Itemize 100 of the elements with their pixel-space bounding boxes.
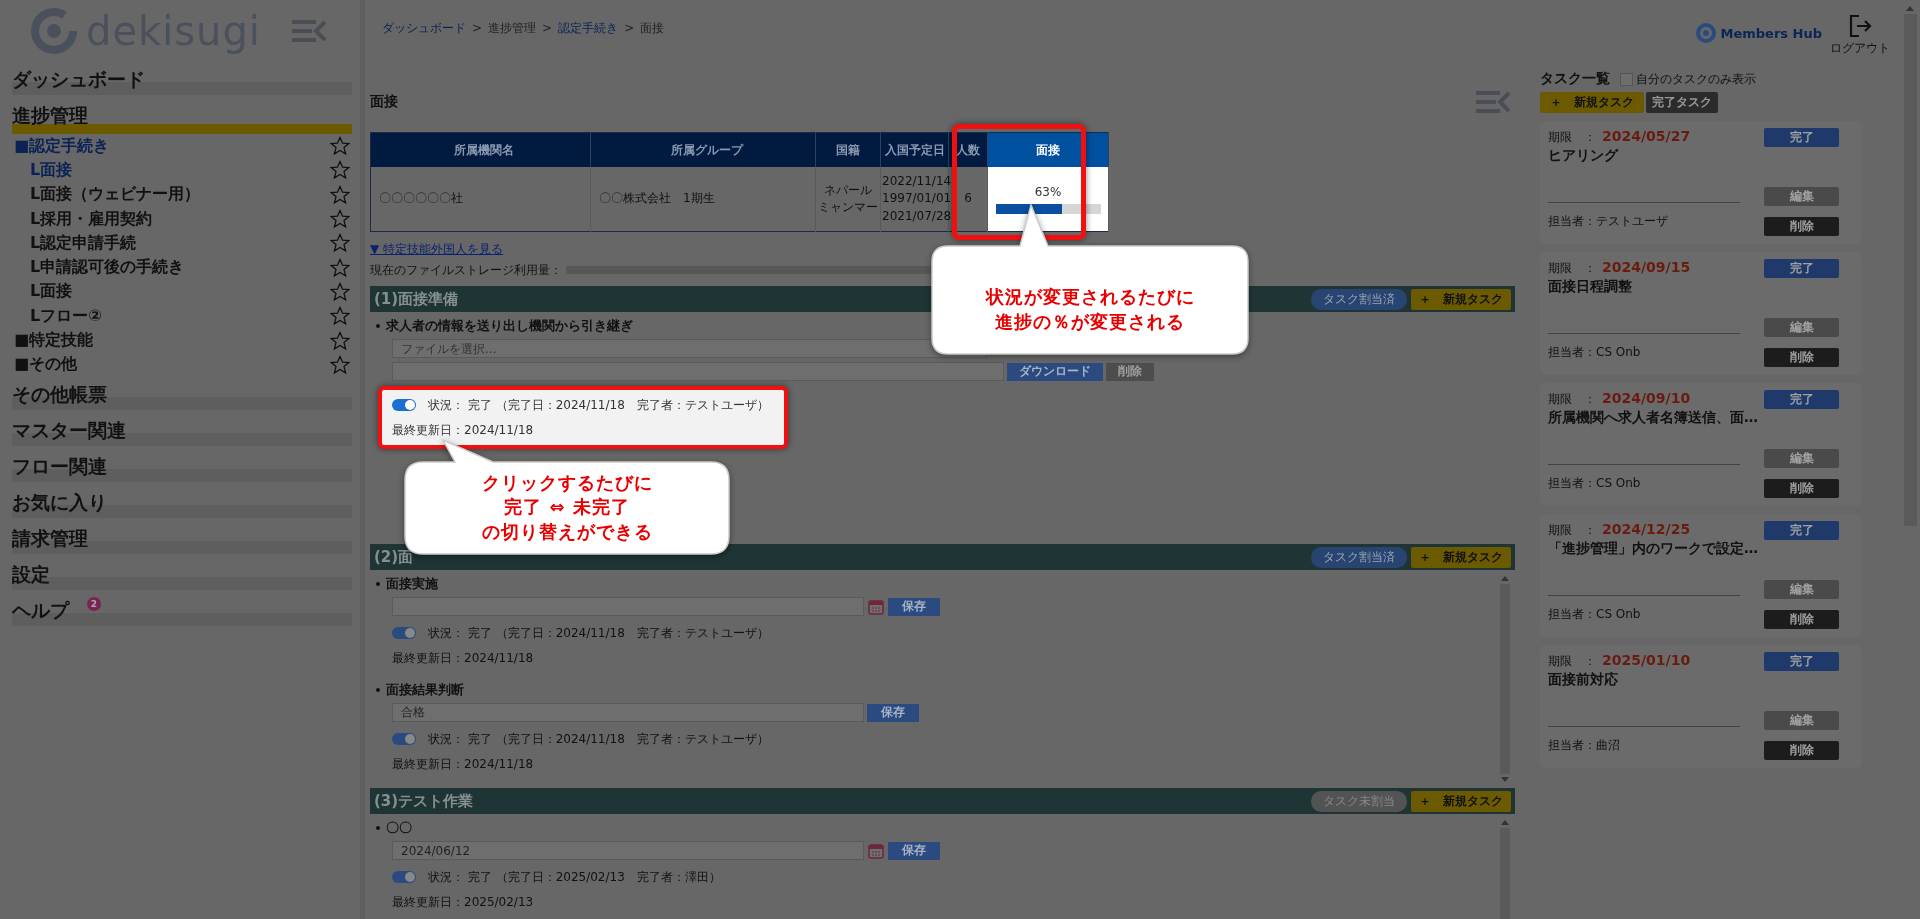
collapse-menu-icon[interactable] [292,19,326,43]
section-title: (2)面 [374,547,414,567]
assignee-text: 担当者：CS Onb [1548,344,1642,361]
callout-text: 完了 ⇔ 未完了 [504,495,630,520]
sidebar-item[interactable]: ■特定技能 [12,330,94,351]
edit-button[interactable]: 編集 [1764,317,1839,337]
star-icon[interactable] [330,281,350,302]
brand-icon [1695,22,1718,44]
assign-status-badge: タスク割当済 [1311,288,1407,310]
new-task-button[interactable]: ＋ 新規タスク [1411,546,1511,568]
due-label: 期限 ： [1548,391,1596,408]
sidebar-item[interactable]: L採用・雇用契約 [12,208,153,230]
due-date: 2024/09/10 [1602,390,1691,406]
assignee-text: 担当者：CS Onb [1548,475,1642,492]
calendar-icon[interactable] [868,598,884,615]
star-icon[interactable] [330,330,350,351]
breadcrumb-item: 進捗管理 [488,19,537,37]
breadcrumb-link[interactable]: 認定手続き [558,19,619,37]
sidebar-item[interactable]: L認定申請手続 [12,232,137,254]
star-icon[interactable] [330,184,350,205]
sidebar-item[interactable]: L申請認可後の手続き [12,257,185,279]
column-header: 所属機関名 [370,132,591,167]
assignee-text: 担当者：テストユーザ [1548,213,1669,230]
star-icon[interactable] [330,209,350,230]
delete-button[interactable]: 削除 [1764,217,1839,236]
logo-icon [30,7,78,55]
bullet-icon [376,826,380,830]
delete-button[interactable]: 削除 [1764,348,1839,367]
task-list-title: タスク一覧 [1540,70,1610,88]
sidebar-item[interactable]: L面接（ウェビナー用） [12,184,201,206]
star-icon[interactable] [330,306,350,327]
page-title: 面接 [370,93,398,111]
item-title: 面接結果判断 [386,681,464,699]
complete-button[interactable]: 完了 [1764,128,1839,147]
complete-button[interactable]: 完了 [1764,259,1839,278]
last-updated-text: 最終更新日：2024/11/18 [392,756,535,773]
section-title: (3)テスト作業 [374,791,474,811]
sidebar-item[interactable]: ■その他 [12,354,78,376]
new-task-button[interactable]: ＋ 新規タスク [1540,92,1644,113]
toggle-switch[interactable] [392,399,416,411]
save-button[interactable]: 保存 [888,597,940,616]
download-button[interactable]: ダウンロード [1007,362,1103,381]
due-label: 期限 ： [1548,653,1596,670]
save-button[interactable]: 保存 [867,703,919,722]
logout-button[interactable]: ログアウト [1830,14,1890,57]
star-icon[interactable] [330,136,350,157]
only-mine-checkbox[interactable]: 自分のタスクのみ表示 [1620,70,1756,88]
complete-button[interactable]: 完了 [1764,521,1839,540]
toggle-switch[interactable] [392,871,416,883]
star-icon[interactable] [330,160,350,181]
arrow-down-icon[interactable] [1500,776,1510,784]
done-tasks-button[interactable]: 完了タスク [1646,92,1718,113]
edit-button[interactable]: 編集 [1764,186,1839,206]
column-header: 面接 [987,132,1109,167]
arrow-up-icon[interactable] [1500,574,1510,582]
sidebar-item[interactable]: L面接 [12,281,73,303]
edit-button[interactable]: 編集 [1764,710,1839,730]
input-field[interactable]: 合格 [392,703,864,722]
callout-text: 進捗の％が変更される [995,309,1185,334]
bullet-icon [376,324,380,328]
notification-badge: 2 [87,596,101,611]
breadcrumb-separator: > [542,21,553,35]
delete-button[interactable]: 削除 [1764,741,1839,760]
complete-button[interactable]: 完了 [1764,652,1839,671]
logout-icon [1848,14,1872,38]
input-field[interactable]: 2024/06/12 [392,841,864,860]
task-title: 所属機関へ求人者名簿送信、面… [1548,409,1759,427]
status-text: 状況： 完了 （完了日：2024/11/18 完了者：テストユーザ） [428,624,769,642]
delete-button[interactable]: 削除 [1106,362,1154,381]
save-button[interactable]: 保存 [888,841,940,860]
star-icon[interactable] [330,257,350,278]
toggle-switch[interactable] [392,627,416,639]
last-updated-text: 最終更新日：2024/11/18 [392,422,535,439]
breadcrumb-item: 面接 [640,19,665,37]
edit-button[interactable]: 編集 [1764,579,1839,599]
collapse-menu-icon[interactable] [1476,90,1510,114]
arrow-up-icon[interactable] [1500,818,1510,826]
assignee-text: 担当者：曲沼 [1548,737,1621,754]
breadcrumb-link[interactable]: ダッシュボード [382,19,466,37]
toggle-switch[interactable] [392,733,416,745]
arrow-up-icon[interactable] [1904,4,1916,12]
item-title: 〇〇 [386,819,412,837]
star-icon[interactable] [330,233,350,254]
column-header: 国籍 [815,132,881,167]
delete-button[interactable]: 削除 [1764,610,1839,629]
foreigners-link[interactable]: ▼ 特定技能外国人を見る [370,242,504,256]
task-title: 面接日程調整 [1548,278,1633,296]
calendar-icon[interactable] [868,842,884,859]
sidebar-item[interactable]: L面接 [12,159,73,181]
new-task-button[interactable]: ＋ 新規タスク [1411,790,1511,812]
complete-button[interactable]: 完了 [1764,390,1839,409]
edit-button[interactable]: 編集 [1764,448,1839,468]
sidebar-item[interactable]: ■認定手続き [12,135,110,157]
cell-text: 6 [963,190,973,208]
progress-reading: 63% [1034,183,1062,201]
sidebar-item[interactable]: Lフロー② [12,305,102,327]
star-icon[interactable] [330,354,350,375]
column-header: 入国予定日 [880,132,949,167]
new-task-button[interactable]: ＋ 新規タスク [1411,288,1511,310]
delete-button[interactable]: 削除 [1764,479,1839,498]
